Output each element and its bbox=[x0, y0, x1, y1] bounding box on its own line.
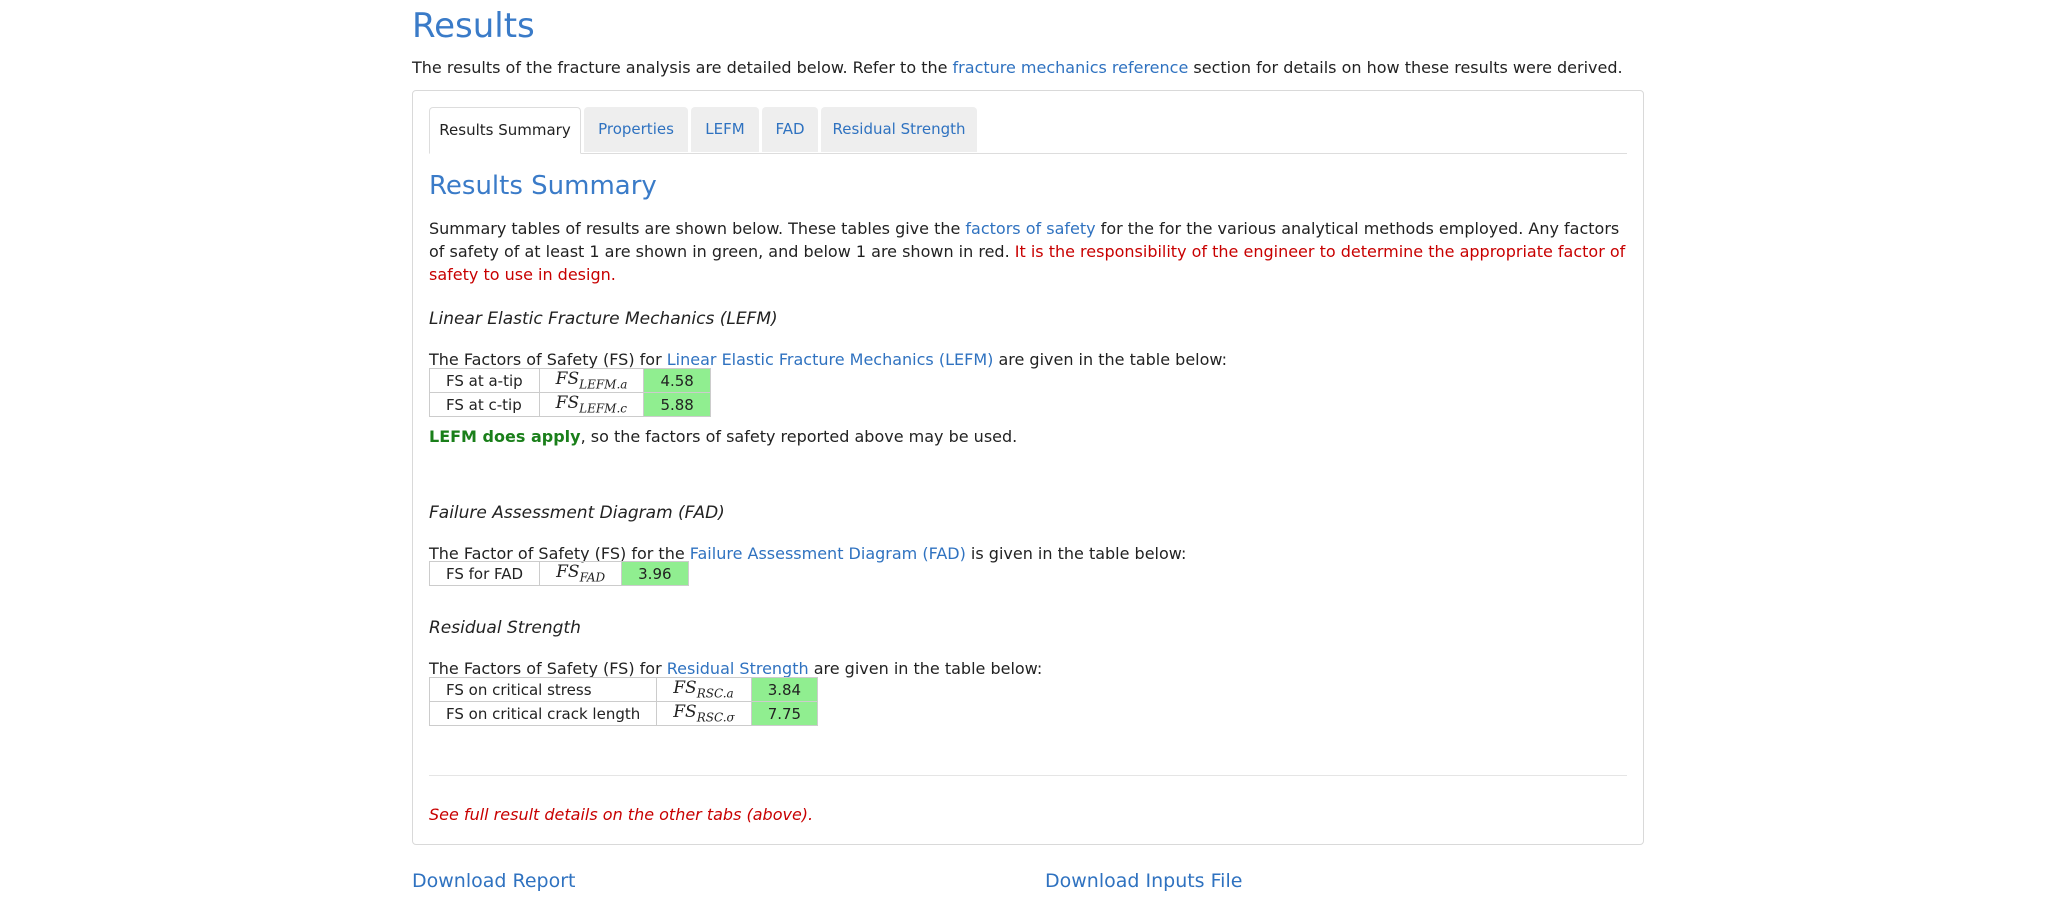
fs-symbol: FSRSC.a bbox=[656, 677, 752, 702]
tab-lefm[interactable]: LEFM bbox=[691, 107, 759, 152]
table-row: FS at c-tip FSLEFM.c 5.88 bbox=[429, 392, 711, 417]
tab-results-summary[interactable]: Results Summary bbox=[429, 107, 581, 154]
summary-paragraph: Summary tables of results are shown belo… bbox=[429, 219, 1626, 284]
fad-table: FS for FAD FSFAD 3.96 bbox=[428, 561, 689, 586]
lefm-applies-badge: LEFM does apply bbox=[429, 427, 581, 446]
tab-bar: Results Summary Properties LEFM FAD Resi… bbox=[429, 107, 1627, 154]
fs-value: 4.58 bbox=[643, 368, 711, 393]
row-label: FS at a-tip bbox=[429, 368, 540, 393]
factors-of-safety-link[interactable]: factors of safety bbox=[965, 219, 1095, 238]
table-row: FS on critical stress FSRSC.a 3.84 bbox=[428, 677, 819, 702]
lefm-link[interactable]: Linear Elastic Fracture Mechanics (LEFM) bbox=[667, 350, 994, 369]
fs-symbol: FSLEFM.c bbox=[538, 392, 645, 417]
section-title: Results Summary bbox=[429, 171, 657, 201]
tab-residual-strength[interactable]: Residual Strength bbox=[821, 107, 977, 152]
fs-symbol: FSRSC.σ bbox=[656, 701, 752, 726]
residual-heading: Residual Strength bbox=[429, 618, 581, 638]
row-label: FS on critical stress bbox=[428, 677, 658, 702]
lefm-note: LEFM does apply, so the factors of safet… bbox=[429, 427, 1018, 446]
fracture-reference-link[interactable]: fracture mechanics reference bbox=[953, 58, 1189, 77]
fad-heading: Failure Assessment Diagram (FAD) bbox=[429, 503, 725, 523]
row-label: FS on critical crack length bbox=[428, 701, 658, 726]
row-label: FS at c-tip bbox=[429, 392, 540, 417]
divider bbox=[429, 775, 1627, 776]
fs-symbol: FSLEFM.a bbox=[538, 368, 645, 393]
lefm-table: FS at a-tip FSLEFM.a 4.58 FS at c-tip FS… bbox=[429, 368, 711, 417]
residual-strength-link[interactable]: Residual Strength bbox=[667, 659, 809, 678]
tab-properties[interactable]: Properties bbox=[584, 107, 688, 152]
tab-fad[interactable]: FAD bbox=[762, 107, 818, 152]
results-panel: Results Summary Properties LEFM FAD Resi… bbox=[412, 90, 1644, 845]
footnote: See full result details on the other tab… bbox=[429, 805, 814, 824]
download-report-link[interactable]: Download Report bbox=[412, 870, 575, 892]
intro-text: The results of the fracture analysis are… bbox=[412, 58, 1623, 77]
residual-table: FS on critical stress FSRSC.a 3.84 FS on… bbox=[428, 677, 819, 726]
fs-value: 7.75 bbox=[750, 701, 819, 726]
fs-symbol: FSFAD bbox=[539, 561, 623, 586]
fs-value: 5.88 bbox=[643, 392, 711, 417]
fs-value: 3.84 bbox=[750, 677, 819, 702]
lefm-heading: Linear Elastic Fracture Mechanics (LEFM) bbox=[429, 309, 778, 329]
download-inputs-link[interactable]: Download Inputs File bbox=[1045, 870, 1242, 892]
table-row: FS on critical crack length FSRSC.σ 7.75 bbox=[428, 701, 819, 726]
table-row: FS at a-tip FSLEFM.a 4.58 bbox=[429, 368, 711, 393]
fad-link[interactable]: Failure Assessment Diagram (FAD) bbox=[690, 544, 966, 563]
fs-value: 3.96 bbox=[621, 561, 689, 586]
row-label: FS for FAD bbox=[428, 561, 541, 586]
table-row: FS for FAD FSFAD 3.96 bbox=[428, 561, 689, 586]
page-title: Results bbox=[412, 6, 535, 46]
